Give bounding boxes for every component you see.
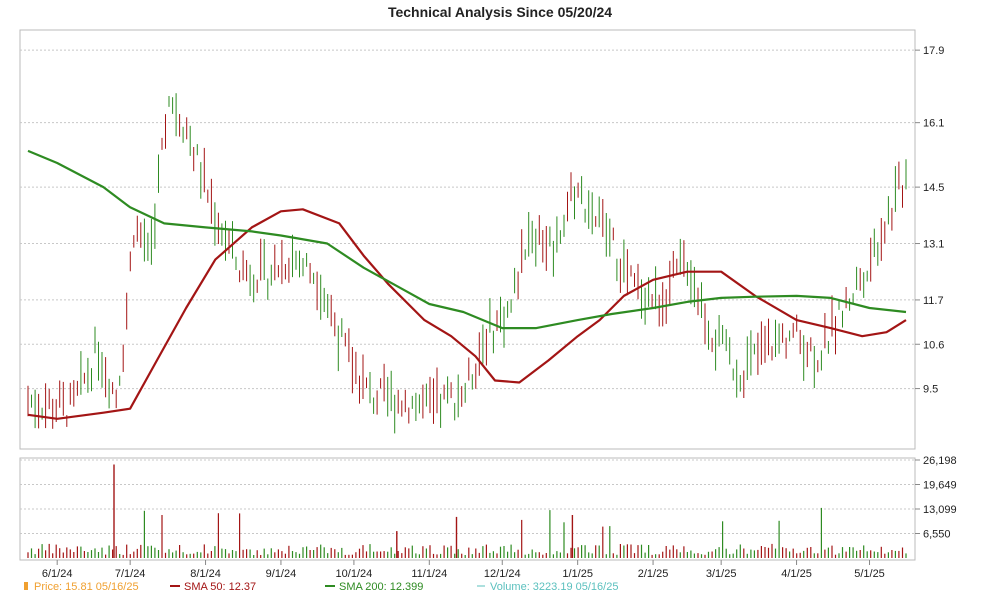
x-tick-label: 8/1/24	[190, 568, 221, 580]
price-tick-label: 13.1	[923, 239, 944, 251]
legend-sma200-label: SMA 200: 12.399	[339, 581, 423, 593]
price-bars	[27, 93, 907, 434]
x-tick-label: 9/1/24	[266, 568, 297, 580]
legend-price-swatch	[24, 582, 28, 590]
technical-analysis-chart: Technical Analysis Since 05/20/24 17.9 16…	[19, 4, 957, 593]
legend: Price: 15.81 05/16/25 SMA 50: 12.37 SMA …	[24, 581, 618, 593]
volume-bars	[27, 464, 907, 558]
price-tick-label: 11.7	[923, 295, 944, 307]
volume-tick-label: 13,099	[923, 504, 957, 516]
x-tick-label: 6/1/24	[42, 568, 73, 580]
legend-sma50-label: SMA 50: 12.37	[184, 581, 256, 593]
sma-lines	[27, 149, 907, 420]
x-tick-label: 1/1/25	[562, 568, 593, 580]
x-tick-label: 3/1/25	[706, 568, 737, 580]
price-panel-frame	[19, 29, 916, 450]
volume-gridlines	[20, 459, 915, 534]
price-axis-ticks: 17.9 16.1 14.5 13.1 11.7 10.6 9.5	[915, 45, 944, 396]
x-tick-label: 2/1/25	[638, 568, 669, 580]
price-tick-label: 16.1	[923, 118, 944, 130]
legend-volume-label: Volume: 3223.19 05/16/25	[490, 581, 618, 593]
sma-200-line	[27, 149, 907, 330]
price-tick-label: 14.5	[923, 182, 944, 194]
legend-price-label: Price: 15.81 05/16/25	[34, 581, 139, 593]
chart-title: Technical Analysis Since 05/20/24	[388, 4, 612, 20]
x-tick-label: 4/1/25	[781, 568, 812, 580]
x-tick-label: 7/1/24	[115, 568, 146, 580]
volume-tick-label: 6,550	[923, 528, 951, 540]
volume-tick-label: 26,198	[923, 455, 957, 467]
x-tick-label: 10/1/24	[336, 568, 373, 580]
price-tick-label: 10.6	[923, 339, 944, 351]
price-tick-label: 9.5	[923, 384, 938, 396]
x-tick-label: 5/1/25	[854, 568, 885, 580]
x-axis-ticks: 6/1/24 7/1/24 8/1/24 9/1/24 10/1/24 11/1/24 12…	[42, 560, 885, 580]
x-tick-label: 11/1/24	[411, 568, 447, 580]
x-tick-label: 12/1/24	[484, 568, 521, 580]
volume-axis-ticks: 26,198 19,649 13,099 6,550	[915, 455, 957, 540]
volume-tick-label: 19,649	[923, 479, 957, 491]
price-tick-label: 17.9	[923, 45, 944, 57]
